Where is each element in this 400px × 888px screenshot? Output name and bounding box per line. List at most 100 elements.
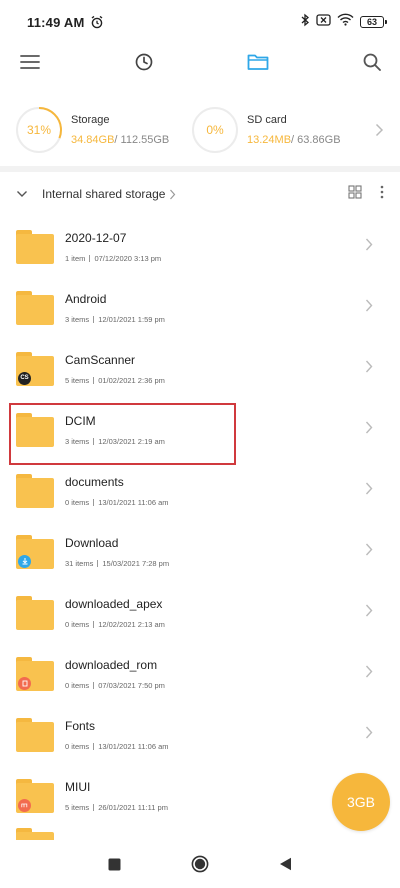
folder-date: 15/03/2021 7:28 pm xyxy=(102,558,170,568)
system-nav-bar xyxy=(0,840,400,888)
folder-date: 12/03/2021 2:19 am xyxy=(98,436,165,446)
status-icons: 63 xyxy=(300,13,387,32)
menu-icon[interactable] xyxy=(16,48,44,76)
miui-badge-icon xyxy=(18,798,31,812)
folder-row-downloaded-rom[interactable]: downloaded_rom 0 items 07/03/2021 7:50 pm xyxy=(0,643,400,704)
storage-card-sd[interactable]: 0% SD card 13.24MB/ 63.86GB xyxy=(192,107,368,153)
folder-name: Fonts xyxy=(65,718,96,733)
folder-item-count: 0 items xyxy=(65,619,90,629)
storage-title: Storage xyxy=(71,114,110,126)
battery-icon: 63 xyxy=(360,16,387,28)
folder-date: 13/01/2021 11:06 am xyxy=(98,741,169,751)
alarm-icon xyxy=(90,15,104,29)
rom-badge-icon xyxy=(18,676,31,690)
breadcrumb-chevron-icon xyxy=(169,189,176,200)
breadcrumb: Internal shared storage xyxy=(0,178,400,210)
status-time: 11:49 AM xyxy=(27,14,85,30)
sd-total: / 63.86GB xyxy=(291,134,341,146)
folder-item-count: 5 items xyxy=(65,802,90,812)
storage-used: 34.84GB xyxy=(71,134,115,146)
folder-icon xyxy=(16,290,54,325)
storage-total: / 112.55GB xyxy=(114,134,170,146)
storage-ring: 31% xyxy=(16,107,62,153)
grid-view-icon[interactable] xyxy=(348,184,362,204)
folder-row-documents[interactable]: documents 0 items 13/01/2021 11:06 am xyxy=(0,460,400,521)
chevron-right-icon[interactable] xyxy=(374,123,384,137)
folder-meta: 0 items 12/02/2021 2:13 am xyxy=(65,620,165,629)
folder-name: CamScanner xyxy=(65,352,136,367)
folder-row-2020-12-07[interactable]: 2020-12-07 1 item 07/12/2020 3:13 pm xyxy=(0,216,400,277)
folder-icon[interactable] xyxy=(244,48,272,76)
folder-meta: 3 items 12/01/2021 1:59 pm xyxy=(65,315,165,324)
recents-square-icon[interactable] xyxy=(108,858,121,871)
chevron-right-icon xyxy=(365,299,373,312)
file-list: 2020-12-07 1 item 07/12/2020 3:13 pm Andr… xyxy=(0,216,400,846)
folder-item-count: 0 items xyxy=(65,680,90,690)
no-sim-icon xyxy=(316,13,331,31)
folder-icon: CS xyxy=(16,351,54,386)
folder-item-count: 0 items xyxy=(65,497,90,507)
folder-name: documents xyxy=(65,474,124,489)
folder-icon xyxy=(16,778,54,813)
folder-icon xyxy=(16,595,54,630)
chevron-right-icon xyxy=(365,238,373,251)
folder-row-camscanner[interactable]: CS CamScanner 5 items 01/02/2021 2:36 pm xyxy=(0,338,400,399)
folder-meta: 0 items 07/03/2021 7:50 pm xyxy=(65,681,165,690)
folder-icon xyxy=(16,412,54,447)
folder-row-fonts[interactable]: Fonts 0 items 13/01/2021 11:06 am xyxy=(0,704,400,765)
folder-name: Android xyxy=(65,291,107,306)
folder-date: 12/01/2021 1:59 pm xyxy=(98,314,165,324)
folder-item-count: 3 items xyxy=(65,314,90,324)
sd-used: 13.24MB xyxy=(247,134,292,146)
folder-icon xyxy=(16,656,54,691)
folder-meta: 31 items 15/03/2021 7:28 pm xyxy=(65,559,169,568)
folder-name: 2020-12-07 xyxy=(65,230,127,245)
breadcrumb-label[interactable]: Internal shared storage xyxy=(42,187,165,201)
sd-ring: 0% xyxy=(192,107,238,153)
folder-row-downloaded-apex[interactable]: downloaded_apex 0 items 12/02/2021 2:13 a… xyxy=(0,582,400,643)
section-divider xyxy=(0,166,400,172)
camscanner-badge-icon: CS xyxy=(18,371,31,385)
folder-date: 07/03/2021 7:50 pm xyxy=(98,680,165,690)
download-badge-icon xyxy=(18,554,31,568)
folder-icon xyxy=(16,717,54,752)
folder-item-count: 3 items xyxy=(65,436,90,446)
chevron-right-icon xyxy=(365,726,373,739)
folder-row-download[interactable]: Download 31 items 15/03/2021 7:28 pm xyxy=(0,521,400,582)
folder-row-dcim[interactable]: DCIM 3 items 12/03/2021 2:19 am xyxy=(0,399,400,460)
chevron-right-icon xyxy=(365,421,373,434)
more-options-icon[interactable] xyxy=(380,185,384,204)
folder-item-count: 31 items xyxy=(65,558,94,568)
cleanup-fab-button[interactable]: 3GB xyxy=(332,773,390,831)
back-triangle-icon[interactable] xyxy=(279,857,292,871)
recent-clock-icon[interactable] xyxy=(130,48,158,76)
folder-date: 01/02/2021 2:36 pm xyxy=(98,375,165,385)
storage-usage: 34.84GB/ 112.55GB xyxy=(71,134,169,146)
storage-card-internal[interactable]: 31% Storage 34.84GB/ 112.55GB xyxy=(16,107,192,153)
folder-date: 13/01/2021 11:06 am xyxy=(98,497,169,507)
folder-meta: 3 items 12/03/2021 2:19 am xyxy=(65,437,165,446)
folder-meta: 1 item 07/12/2020 3:13 pm xyxy=(65,254,161,263)
chevron-right-icon xyxy=(365,543,373,556)
folder-name: MIUI xyxy=(65,779,91,794)
toolbar xyxy=(0,44,400,80)
bluetooth-icon xyxy=(300,13,310,32)
folder-date: 07/12/2020 3:13 pm xyxy=(94,253,162,263)
chevron-down-icon[interactable] xyxy=(16,190,28,198)
folder-name: Download xyxy=(65,535,119,550)
folder-icon xyxy=(16,229,54,264)
folder-meta: 0 items 13/01/2021 11:06 am xyxy=(65,742,169,751)
chevron-right-icon xyxy=(365,360,373,373)
search-icon[interactable] xyxy=(358,48,386,76)
folder-icon xyxy=(16,534,54,569)
storage-summary: 31% Storage 34.84GB/ 112.55GB 0% SD card… xyxy=(0,100,400,160)
folder-row-android[interactable]: Android 3 items 12/01/2021 1:59 pm xyxy=(0,277,400,338)
folder-name: DCIM xyxy=(65,413,96,428)
folder-item-count: 5 items xyxy=(65,375,90,385)
chevron-right-icon xyxy=(365,482,373,495)
chevron-right-icon xyxy=(365,665,373,678)
home-circle-icon[interactable] xyxy=(191,855,209,873)
sd-usage: 13.24MB/ 63.86GB xyxy=(247,134,341,146)
folder-meta: 0 items 13/01/2021 11:06 am xyxy=(65,498,169,507)
folder-icon xyxy=(16,473,54,508)
